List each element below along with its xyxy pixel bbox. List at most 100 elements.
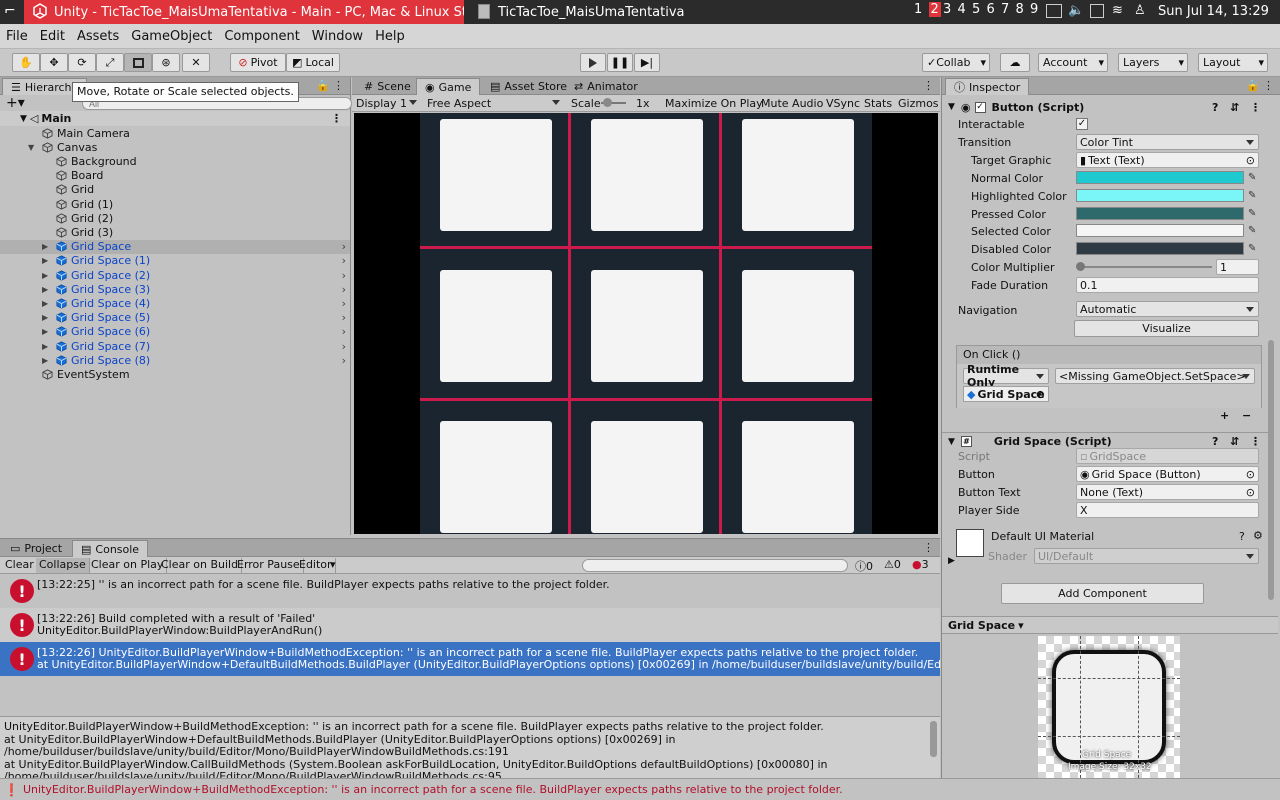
play-button[interactable] xyxy=(580,53,606,72)
pause-button[interactable]: ❚❚ xyxy=(607,53,633,72)
menu-help[interactable]: Help xyxy=(369,29,411,44)
display-dropdown[interactable]: Display 1 xyxy=(353,95,421,111)
grid-space-cell[interactable] xyxy=(440,119,552,231)
hierarchy-item[interactable]: Grid (1) xyxy=(0,197,350,211)
more-menu-icon[interactable]: ⋮ xyxy=(923,541,934,554)
hierarchy-item[interactable]: Background xyxy=(0,154,350,168)
object-picker-icon[interactable]: ⊙ xyxy=(1246,154,1255,167)
lock-icon[interactable]: 🔒 xyxy=(1246,79,1260,92)
scale-slider-thumb[interactable] xyxy=(603,98,612,107)
console-button-error-pause[interactable]: Error Pause xyxy=(234,558,304,573)
onclick-object-field[interactable]: ◆ Grid Space ⊙ xyxy=(963,386,1049,402)
visualize-button[interactable]: Visualize xyxy=(1074,320,1259,337)
preset-icon[interactable]: ⇵ xyxy=(1230,435,1239,448)
error-count-toggle[interactable]: ●3 xyxy=(912,558,929,571)
player-side-field[interactable]: X xyxy=(1076,502,1259,518)
tab-scene[interactable]: # Scene xyxy=(356,78,419,95)
more-menu-icon[interactable]: ⋮ xyxy=(331,112,342,125)
hierarchy-item[interactable]: ▶ Grid Space (2) › xyxy=(0,268,350,282)
add-event-button[interactable]: + xyxy=(1220,409,1229,422)
chevron-right-icon[interactable]: › xyxy=(342,269,346,282)
eyedropper-icon[interactable]: ✎ xyxy=(1248,243,1258,254)
grid-space-cell[interactable] xyxy=(591,119,703,231)
grid-space-cell[interactable] xyxy=(742,270,854,382)
chevron-down-icon[interactable]: ▼ xyxy=(28,143,34,152)
chevron-right-icon[interactable]: › xyxy=(342,254,346,267)
chevron-right-icon[interactable]: ▶ xyxy=(42,242,48,251)
info-count-toggle[interactable]: ⚠0 xyxy=(884,558,901,571)
user-icon[interactable]: ♙ xyxy=(1134,3,1146,18)
more-menu-icon[interactable]: ⋮ xyxy=(923,79,934,92)
workspace-2[interactable]: 2 xyxy=(928,2,941,17)
color-field[interactable] xyxy=(1076,206,1244,220)
workspace-6[interactable]: 6 xyxy=(987,2,995,17)
object-picker-icon[interactable]: ⊙ xyxy=(1246,486,1255,499)
hierarchy-item[interactable]: ▶ Grid Space (3) › xyxy=(0,282,350,296)
color-multiplier-thumb[interactable] xyxy=(1076,262,1085,271)
aspect-dropdown[interactable]: Free Aspect xyxy=(424,95,564,111)
grid-space-cell[interactable] xyxy=(591,270,703,382)
grid-space-cell[interactable] xyxy=(591,421,703,533)
hierarchy-item[interactable]: Grid (2) xyxy=(0,211,350,225)
transition-dropdown[interactable]: Color Tint xyxy=(1076,134,1259,150)
hierarchy-item[interactable]: Grid (3) xyxy=(0,225,350,239)
chevron-right-icon[interactable]: ▶ xyxy=(42,356,48,365)
chevron-right-icon[interactable]: ▶ xyxy=(948,556,955,566)
tab-game[interactable]: ◉ Game xyxy=(416,78,481,95)
color-field[interactable] xyxy=(1076,242,1244,256)
chevron-right-icon[interactable]: ▶ xyxy=(42,299,48,308)
button-component-header[interactable]: ▼ ◉ ✓ Button (Script) ? ⇵ ⋮ xyxy=(942,98,1270,116)
menu-edit[interactable]: Edit xyxy=(34,29,71,44)
hierarchy-item[interactable]: ▶ Grid Space (7) › xyxy=(0,339,350,353)
chevron-right-icon[interactable]: › xyxy=(342,240,346,253)
chevron-right-icon[interactable]: ▶ xyxy=(42,256,48,265)
window-list-icon[interactable] xyxy=(1046,4,1062,18)
tab-project[interactable]: ▭ Project xyxy=(2,540,70,557)
local-toggle[interactable]: ◩ Local xyxy=(286,53,340,72)
hierarchy-item[interactable]: ▶ Grid Space › xyxy=(0,239,350,254)
layers-dropdown[interactable]: Layers ▾ xyxy=(1118,53,1188,72)
chevron-right-icon[interactable]: ▶ xyxy=(42,271,48,280)
account-dropdown[interactable]: Account ▾ xyxy=(1038,53,1108,72)
menu-assets[interactable]: Assets xyxy=(71,29,125,44)
more-menu-icon[interactable]: ⋮ xyxy=(1250,435,1261,448)
chevron-right-icon[interactable]: › xyxy=(342,325,346,338)
console-detail-scrollbar[interactable] xyxy=(930,721,937,757)
gear-icon[interactable]: ⚙ xyxy=(1253,529,1263,542)
rect-tool-button[interactable] xyxy=(124,53,152,72)
tab-inspector[interactable]: ⓘ Inspector xyxy=(945,78,1030,95)
taskbar-window-unity[interactable]: Unity - TicTacToe_MaisUmaTentativa - Mai… xyxy=(24,0,464,24)
menu-component[interactable]: Component xyxy=(218,29,305,44)
help-icon[interactable]: ? xyxy=(1212,435,1218,448)
button-field[interactable]: ◉ Grid Space (Button) ⊙ xyxy=(1076,466,1259,482)
object-picker-icon[interactable]: ⊙ xyxy=(1246,468,1255,481)
method-dropdown[interactable]: <Missing GameObject.SetSpace> xyxy=(1055,368,1255,384)
taskbar-window-folder[interactable]: TicTacToe_MaisUmaTentativa xyxy=(472,0,872,24)
workspace-8[interactable]: 8 xyxy=(1016,2,1024,17)
grid-space-cell[interactable] xyxy=(440,270,552,382)
layout-dropdown[interactable]: Layout ▾ xyxy=(1198,53,1268,72)
console-entry[interactable]: ! [13:22:26] Build completed with a resul… xyxy=(0,608,940,642)
cloud-button[interactable]: ☁ xyxy=(1000,53,1030,72)
chevron-right-icon[interactable]: ▶ xyxy=(42,313,48,322)
hierarchy-item[interactable]: ▶ Grid Space (4) › xyxy=(0,296,350,310)
workspace-1[interactable]: 1 xyxy=(914,2,922,17)
color-field[interactable] xyxy=(1076,188,1244,202)
volume-icon[interactable]: 🔈 xyxy=(1068,3,1084,18)
component-enabled-checkbox[interactable]: ✓ xyxy=(974,101,986,113)
help-icon[interactable]: ? xyxy=(1212,101,1218,114)
console-entry[interactable]: ! [13:22:26] UnityEditor.BuildPlayerWindo… xyxy=(0,642,940,676)
chevron-right-icon[interactable]: ▶ xyxy=(42,342,48,351)
workspace-4[interactable]: 4 xyxy=(958,2,966,17)
color-multiplier-slider[interactable] xyxy=(1080,266,1212,268)
mute-audio-toggle[interactable]: Mute Audio xyxy=(761,97,823,110)
chevron-right-icon[interactable]: ▶ xyxy=(42,327,48,336)
grid-space-cell[interactable] xyxy=(742,119,854,231)
clock[interactable]: Sun Jul 14, 13:29 xyxy=(1158,4,1269,19)
target-graphic-field[interactable]: ▮ Text (Text) ⊙ xyxy=(1076,152,1259,168)
hierarchy-item[interactable]: EventSystem xyxy=(0,367,350,381)
more-menu-icon[interactable]: ⋮ xyxy=(333,79,344,92)
menu-window[interactable]: Window xyxy=(306,29,369,44)
hierarchy-item[interactable]: ▶ Grid Space (1) › xyxy=(0,254,350,268)
chevron-right-icon[interactable]: › xyxy=(342,283,346,296)
